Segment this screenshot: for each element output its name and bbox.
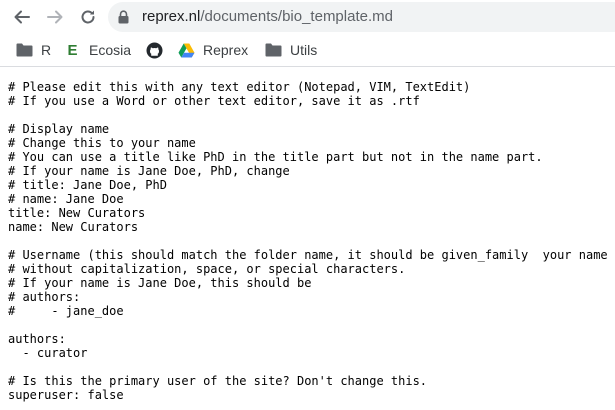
doc-line: # If you use a Word or other text editor… <box>8 94 420 108</box>
doc-line: # Please edit this with any text editor … <box>8 80 471 94</box>
lock-icon[interactable] <box>118 10 129 29</box>
browser-window: reprex.nl/documents/bio_template.md R E … <box>0 0 615 410</box>
doc-line <box>8 360 615 374</box>
doc-line: # Change this to your name <box>8 136 196 150</box>
doc-line: # If your name is Jane Doe, PhD, change <box>8 164 290 178</box>
doc-line <box>8 108 615 122</box>
url-host: reprex.nl <box>142 8 201 25</box>
url-path: /documents/bio_template.md <box>200 8 393 25</box>
reload-icon <box>81 10 95 24</box>
doc-line: # You can use a title like PhD in the ti… <box>8 150 543 164</box>
document-text: # Please edit this with any text editor … <box>0 67 615 402</box>
doc-line: superuser: false <box>8 388 124 402</box>
doc-line: # If your name is Jane Doe, this should … <box>8 276 312 290</box>
doc-line: # name: Jane Doe <box>8 192 124 206</box>
address-bar[interactable]: reprex.nl/documents/bio_template.md <box>108 2 615 32</box>
url-text[interactable]: reprex.nl/documents/bio_template.md <box>142 7 393 27</box>
doc-line <box>8 318 615 332</box>
doc-line: name: New Curators <box>8 220 139 234</box>
doc-line: # title: Jane Doe, PhD <box>8 178 167 192</box>
doc-line: # Username (this should match the folder… <box>8 248 608 262</box>
bookmark-label: Ecosia <box>89 42 132 58</box>
doc-line: authors: <box>8 332 66 346</box>
forward-button[interactable] <box>43 5 67 29</box>
reload-button[interactable] <box>76 5 100 29</box>
bookmark-label: R <box>41 42 52 58</box>
arrow-left-icon <box>14 10 30 24</box>
bookmark-label: Utils <box>290 42 318 58</box>
back-button[interactable] <box>10 5 34 29</box>
doc-line: # without capitalization, space, or spec… <box>8 262 406 276</box>
github-icon <box>146 42 163 59</box>
folder-icon <box>265 42 282 59</box>
google-drive-icon <box>178 42 195 59</box>
doc-line: - curator <box>8 346 88 360</box>
bookmark-github[interactable] <box>146 40 171 60</box>
browser-toolbar: reprex.nl/documents/bio_template.md <box>0 0 615 34</box>
page-content: # Please edit this with any text editor … <box>0 67 615 410</box>
doc-line: # Is this the primary user of the site? … <box>8 374 428 388</box>
doc-line <box>8 234 615 248</box>
bookmark-reprex[interactable]: Reprex <box>178 40 248 60</box>
ecosia-icon: E <box>67 41 78 59</box>
bookmarks-bar: R E Ecosia Reprex Utils <box>0 34 615 67</box>
arrow-right-icon <box>47 10 63 24</box>
bookmark-ecosia[interactable]: E Ecosia <box>64 40 131 60</box>
bookmark-folder-r[interactable]: R <box>16 40 51 60</box>
doc-line: # authors: <box>8 290 81 304</box>
doc-line: # Display name <box>8 122 110 136</box>
doc-line: title: New Curators <box>8 206 146 220</box>
doc-line: # - jane_doe <box>8 304 124 318</box>
folder-icon <box>16 42 33 59</box>
bookmark-folder-utils[interactable]: Utils <box>265 40 317 60</box>
bookmark-label: Reprex <box>203 42 249 58</box>
